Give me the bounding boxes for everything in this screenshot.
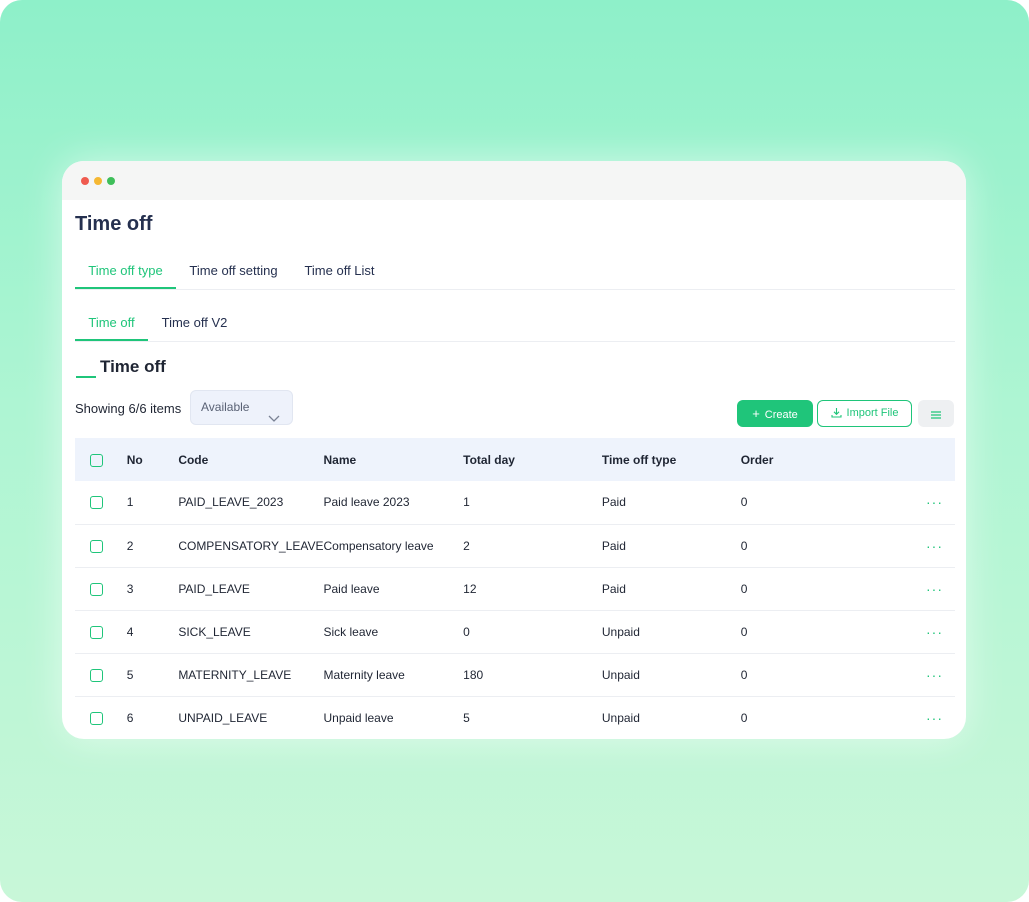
table-row[interactable]: 4 SICK_LEAVE Sick leave 0 Unpaid 0 ··· xyxy=(75,610,955,653)
create-button-label: Create xyxy=(764,409,798,421)
cell-code: PAID_LEAVE xyxy=(178,581,250,596)
table-row[interactable]: 2 COMPENSATORY_LEAVE Compensatory leave … xyxy=(75,524,955,567)
tab-time-off-setting[interactable]: Time off setting xyxy=(181,252,286,289)
column-header-order: Order xyxy=(740,452,774,467)
cell-type: Unpaid xyxy=(601,710,640,725)
table-row[interactable]: 5 MATERNITY_LEAVE Maternity leave 180 Un… xyxy=(75,653,955,696)
table-row[interactable]: 3 PAID_LEAVE Paid leave 12 Paid 0 ··· xyxy=(75,567,955,610)
row-more-actions-icon[interactable]: ··· xyxy=(879,610,955,653)
row-more-actions-icon[interactable]: ··· xyxy=(879,524,955,567)
section-title: Time off xyxy=(76,357,166,378)
cell-name: Paid leave 2023 xyxy=(323,495,410,510)
cell-code: PAID_LEAVE_2023 xyxy=(178,495,284,510)
table-row[interactable]: 6 UNPAID_LEAVE Unpaid leave 5 Unpaid 0 ·… xyxy=(75,696,955,739)
cell-name: Unpaid leave xyxy=(323,710,394,725)
status-filter-value: Available xyxy=(201,400,250,414)
row-checkbox[interactable] xyxy=(90,496,103,510)
import-file-button-label: Import File xyxy=(846,407,899,419)
column-header-time-off-type: Time off type xyxy=(601,452,677,467)
row-more-actions-icon[interactable]: ··· xyxy=(879,567,955,610)
cell-order: 0 xyxy=(740,624,748,639)
row-checkbox[interactable] xyxy=(90,582,103,596)
chevron-down-icon xyxy=(268,403,280,436)
cell-no: 4 xyxy=(126,624,134,639)
row-checkbox[interactable] xyxy=(90,668,103,682)
secondary-tabs: Time off Time off V2 xyxy=(75,304,955,342)
cell-total-day: 2 xyxy=(463,538,470,553)
row-more-actions-icon[interactable]: ··· xyxy=(879,696,955,739)
cell-no: 5 xyxy=(126,667,134,682)
cell-total-day: 12 xyxy=(463,581,477,596)
cell-order: 0 xyxy=(740,581,748,596)
window-titlebar xyxy=(62,161,966,200)
cell-name: Compensatory leave xyxy=(323,538,434,553)
menu-icon xyxy=(931,401,941,428)
row-more-actions-icon[interactable]: ··· xyxy=(879,653,955,696)
cell-total-day: 0 xyxy=(463,624,470,639)
row-more-actions-icon[interactable]: ··· xyxy=(879,481,955,524)
cell-total-day: 180 xyxy=(463,667,484,682)
cell-name: Maternity leave xyxy=(323,667,405,682)
cell-no: 6 xyxy=(126,710,134,725)
cell-order: 0 xyxy=(740,667,748,682)
cell-name: Paid leave xyxy=(323,581,380,596)
close-window-dot[interactable] xyxy=(81,177,89,185)
table-row[interactable]: 1 PAID_LEAVE_2023 Paid leave 2023 1 Paid… xyxy=(75,481,955,524)
cell-type: Unpaid xyxy=(601,667,640,682)
cell-no: 2 xyxy=(126,538,134,553)
row-checkbox[interactable] xyxy=(90,625,103,639)
row-checkbox[interactable] xyxy=(90,711,103,725)
table-header-row: No Code Name Total day Time off type Ord… xyxy=(75,438,955,481)
maximize-window-dot[interactable] xyxy=(107,177,115,185)
section-title-accent-bar xyxy=(76,376,96,378)
cell-type: Paid xyxy=(601,495,626,510)
showing-count: Showing 6/6 items xyxy=(75,401,182,416)
column-header-code: Code xyxy=(178,452,209,467)
tab-time-off-v2[interactable]: Time off V2 xyxy=(158,304,231,341)
cell-name: Sick leave xyxy=(323,624,379,639)
plus-icon: + xyxy=(752,406,760,421)
app-window: Time off Time off type Time off setting … xyxy=(62,161,966,739)
column-header-no: No xyxy=(126,452,143,467)
column-header-name: Name xyxy=(323,452,357,467)
cell-code: SICK_LEAVE xyxy=(178,624,251,639)
primary-tabs: Time off type Time off setting Time off … xyxy=(75,252,955,290)
row-checkbox[interactable] xyxy=(90,539,103,553)
cell-code: MATERNITY_LEAVE xyxy=(178,667,292,682)
create-button[interactable]: + Create xyxy=(737,400,813,427)
cell-order: 0 xyxy=(740,538,748,553)
cell-type: Paid xyxy=(601,581,626,596)
cell-code: UNPAID_LEAVE xyxy=(178,710,268,725)
cell-no: 3 xyxy=(126,581,134,596)
tab-time-off-list[interactable]: Time off List xyxy=(301,252,378,289)
cell-total-day: 5 xyxy=(463,710,470,725)
tab-time-off-type[interactable]: Time off type xyxy=(75,252,176,289)
section-title-text: Time off xyxy=(100,357,166,376)
minimize-window-dot[interactable] xyxy=(94,177,102,185)
select-all-checkbox[interactable] xyxy=(90,453,103,467)
cell-order: 0 xyxy=(740,495,748,510)
cell-type: Paid xyxy=(601,538,626,553)
cell-code: COMPENSATORY_LEAVE xyxy=(178,538,324,553)
tab-time-off[interactable]: Time off xyxy=(75,304,148,341)
import-file-button[interactable]: Import File xyxy=(817,400,912,427)
cell-total-day: 1 xyxy=(463,495,470,510)
cell-no: 1 xyxy=(126,495,134,510)
time-off-table: No Code Name Total day Time off type Ord… xyxy=(75,438,955,739)
cell-type: Unpaid xyxy=(601,624,640,639)
cell-order: 0 xyxy=(740,710,748,725)
page-title: Time off xyxy=(75,213,153,235)
download-icon xyxy=(830,403,842,428)
status-filter-select[interactable]: Available xyxy=(190,390,293,425)
column-settings-button[interactable] xyxy=(918,400,954,427)
column-header-total-day: Total day xyxy=(463,452,515,467)
